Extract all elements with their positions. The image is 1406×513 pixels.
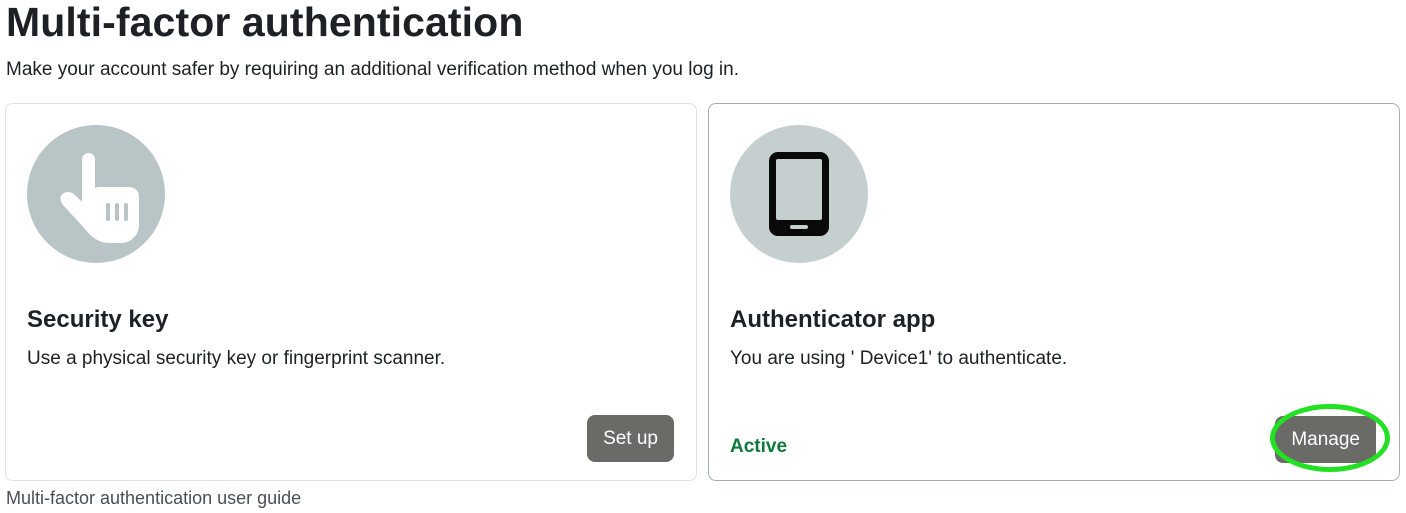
authenticator-icon-circle (730, 125, 868, 263)
status-badge: Active (730, 436, 788, 457)
set-up-button[interactable]: Set up (587, 415, 674, 462)
security-key-card: Security key Use a physical security key… (5, 103, 697, 481)
authenticator-app-title: Authenticator app (730, 306, 936, 333)
manage-button[interactable]: Manage (1275, 416, 1376, 463)
authenticator-app-card: Authenticator app You are using ' Device… (708, 103, 1400, 481)
authenticator-app-description: You are using ' Device1' to authenticate… (730, 348, 1068, 369)
user-guide-link[interactable]: Multi-factor authentication user guide (6, 487, 301, 509)
page-subtitle: Make your account safer by requiring an … (6, 59, 739, 80)
security-key-title: Security key (27, 306, 169, 333)
pointer-hand-icon (60, 153, 140, 243)
page-title: Multi-factor authentication (6, 0, 524, 45)
security-key-icon-circle (27, 125, 165, 263)
smartphone-icon (769, 152, 829, 236)
security-key-description: Use a physical security key or fingerpri… (27, 348, 446, 369)
